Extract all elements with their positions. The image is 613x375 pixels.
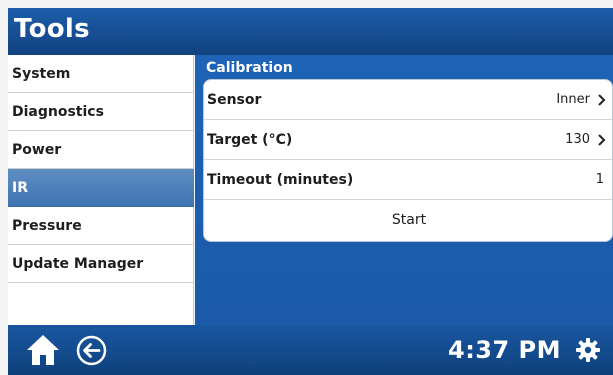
sidebar-item-ir[interactable]: IR xyxy=(8,169,194,207)
sensor-row[interactable]: Sensor Inner xyxy=(204,80,612,120)
page-title: Tools xyxy=(14,14,90,44)
gear-icon[interactable] xyxy=(576,338,600,362)
clock: 4:37 PM xyxy=(448,336,562,364)
chevron-right-icon xyxy=(598,94,606,106)
title-bar: Tools xyxy=(8,8,613,55)
main-panel: Calibration Sensor Inner Target (°C) 130… xyxy=(195,55,613,325)
footer-bar: 4:37 PM xyxy=(8,325,613,375)
sensor-label: Sensor xyxy=(207,91,262,108)
start-button[interactable]: Start xyxy=(204,200,612,240)
app-frame: Tools System Diagnostics Power IR Pressu… xyxy=(0,0,613,375)
sidebar-item-pressure[interactable]: Pressure xyxy=(8,207,194,245)
home-icon[interactable] xyxy=(25,333,61,367)
target-value: 130 xyxy=(565,132,590,147)
back-icon[interactable] xyxy=(76,335,107,366)
timeout-value: 1 xyxy=(595,172,604,187)
sidebar-item-update-manager[interactable]: Update Manager xyxy=(8,245,194,283)
target-label: Target (°C) xyxy=(207,131,293,148)
calibration-card: Sensor Inner Target (°C) 130 Timeout (mi… xyxy=(203,79,613,242)
timeout-row[interactable]: Timeout (minutes) 1 xyxy=(204,160,612,200)
sidebar-item-diagnostics[interactable]: Diagnostics xyxy=(8,93,194,131)
sensor-value: Inner xyxy=(556,92,590,107)
section-title: Calibration xyxy=(206,60,293,76)
sidebar: System Diagnostics Power IR Pressure Upd… xyxy=(8,55,194,325)
chevron-right-icon xyxy=(598,134,606,146)
target-row[interactable]: Target (°C) 130 xyxy=(204,120,612,160)
sidebar-item-power[interactable]: Power xyxy=(8,131,194,169)
sidebar-item-system[interactable]: System xyxy=(8,55,194,93)
start-label: Start xyxy=(391,212,427,228)
timeout-label: Timeout (minutes) xyxy=(207,171,354,188)
